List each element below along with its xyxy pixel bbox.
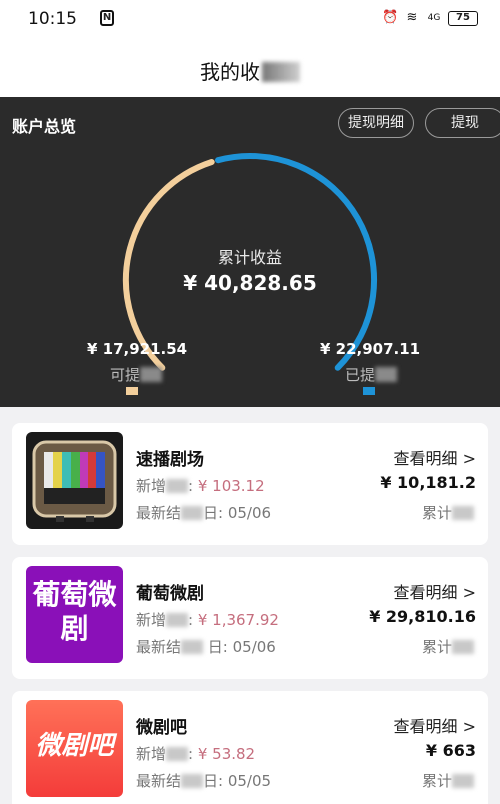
available-legend-swatch bbox=[126, 387, 138, 395]
battery-icon: 75 bbox=[448, 10, 478, 26]
blurred-text bbox=[181, 640, 204, 654]
view-detail-link[interactable]: 查看明细 > bbox=[394, 445, 477, 469]
new-income-label: 新增 bbox=[136, 611, 167, 629]
blurred-text bbox=[181, 774, 204, 788]
page-title-text: 我的收 bbox=[200, 60, 260, 84]
view-detail-link[interactable]: 查看明细 > bbox=[394, 579, 477, 603]
blurred-text bbox=[452, 774, 474, 788]
new-income-row: 新增: ¥ 1,367.92 bbox=[136, 611, 279, 629]
platform-name: 速播剧场 bbox=[136, 450, 204, 470]
signal-icon: 4G bbox=[427, 13, 441, 23]
platform-total-label: 累计 bbox=[422, 770, 474, 791]
withdrawn-label-text: 已提 bbox=[345, 366, 376, 384]
total-income-label: 累计收益 bbox=[217, 248, 282, 267]
blurred-text bbox=[452, 506, 474, 520]
platform-total-value: ¥ 663 bbox=[425, 741, 476, 760]
withdraw-detail-label: 提现明细 bbox=[348, 115, 404, 131]
latest-settle-label: 最新结 bbox=[136, 504, 182, 522]
drama-platform-card: 葡萄微剧 葡萄微剧 新增: ¥ 1,367.92 最新结 日: 05/06 查看… bbox=[12, 557, 488, 679]
new-income-label: 新增 bbox=[136, 477, 167, 495]
suboju-logo bbox=[26, 432, 123, 529]
view-detail-link[interactable]: 查看明细 > bbox=[394, 713, 477, 737]
blurred-text bbox=[166, 747, 189, 761]
latest-settle-value: 05/05 bbox=[227, 772, 272, 790]
nfc-icon: N bbox=[100, 10, 114, 26]
new-income-row: 新增: ¥ 103.12 bbox=[136, 477, 265, 495]
new-income-value: ¥ 53.82 bbox=[197, 745, 256, 763]
new-income-value: ¥ 1,367.92 bbox=[197, 611, 279, 629]
blurred-text bbox=[181, 506, 204, 520]
new-income-value: ¥ 103.12 bbox=[197, 477, 265, 495]
new-income-label: 新增 bbox=[136, 745, 167, 763]
page-title: 我的收 bbox=[0, 56, 500, 85]
total-income-value: ¥ 40,828.65 bbox=[183, 271, 317, 295]
account-overview: 账户总览 提现明细 提现 累计收益 ¥ 40,828.65 ¥ 17,921.5… bbox=[0, 97, 500, 407]
withdraw-detail-button[interactable]: 提现明细 bbox=[338, 108, 414, 138]
latest-settle-row: 最新结 日: 05/05 bbox=[136, 772, 272, 790]
latest-settle-label: 最新结 bbox=[136, 638, 182, 656]
withdraw-button[interactable]: 提现 bbox=[425, 108, 500, 138]
status-bar: 10:15 N ⏰ ≋ 4G 75 bbox=[0, 0, 500, 40]
platform-total-value: ¥ 10,181.2 bbox=[380, 473, 476, 492]
tv-icon bbox=[32, 440, 117, 522]
page-header: 我的收 bbox=[0, 40, 500, 97]
available-value: ¥ 17,921.54 bbox=[87, 340, 188, 358]
latest-settle-value: 05/06 bbox=[227, 504, 272, 522]
blurred-text bbox=[452, 640, 474, 654]
wifi-icon: ≋ bbox=[406, 10, 418, 25]
blurred-text bbox=[375, 367, 398, 382]
platform-name: 葡萄微剧 bbox=[136, 584, 204, 604]
latest-settle-row: 最新结 日: 05/06 bbox=[136, 504, 272, 522]
drama-platform-card: 速播剧场 新增: ¥ 103.12 最新结 日: 05/06 查看明细 > ¥ 1… bbox=[12, 423, 488, 545]
platform-total-label-text: 累计 bbox=[421, 772, 452, 790]
blurred-text bbox=[140, 367, 163, 382]
platform-name: 微剧吧 bbox=[136, 718, 187, 738]
latest-settle-value: 日: 05/06 bbox=[207, 638, 276, 656]
withdrawn-value: ¥ 22,907.11 bbox=[320, 340, 421, 358]
latest-settle-row: 最新结 日: 05/06 bbox=[136, 636, 276, 657]
blurred-text bbox=[166, 479, 189, 493]
withdrawn-legend-swatch bbox=[363, 387, 375, 395]
overview-title: 账户总览 bbox=[12, 117, 77, 136]
latest-settle-label: 最新结 bbox=[136, 772, 182, 790]
platform-total-label-text: 累计 bbox=[421, 638, 452, 656]
withdraw-label: 提现 bbox=[451, 115, 479, 131]
available-label: 可提 bbox=[110, 364, 163, 385]
blurred-text bbox=[166, 613, 189, 627]
available-label-text: 可提 bbox=[110, 366, 141, 384]
blurred-text bbox=[262, 62, 300, 82]
new-income-row: 新增: ¥ 53.82 bbox=[136, 745, 256, 763]
withdrawn-label: 已提 bbox=[345, 364, 398, 385]
status-time: 10:15 bbox=[28, 9, 77, 29]
platform-total-label-text: 累计 bbox=[421, 504, 452, 522]
status-icons: ⏰ ≋ 4G 75 bbox=[382, 10, 478, 26]
drama-platform-card: 微剧吧 微剧吧 新增: ¥ 53.82 最新结 日: 05/05 查看明细 > ¥… bbox=[12, 691, 488, 804]
platform-total-value: ¥ 29,810.16 bbox=[369, 607, 476, 626]
alarm-icon: ⏰ bbox=[382, 10, 399, 25]
weijuba-logo: 微剧吧 bbox=[26, 700, 123, 797]
platform-total-label: 累计 bbox=[422, 502, 474, 523]
platform-total-label: 累计 bbox=[422, 636, 474, 657]
putao-logo: 葡萄微剧 bbox=[26, 566, 123, 663]
